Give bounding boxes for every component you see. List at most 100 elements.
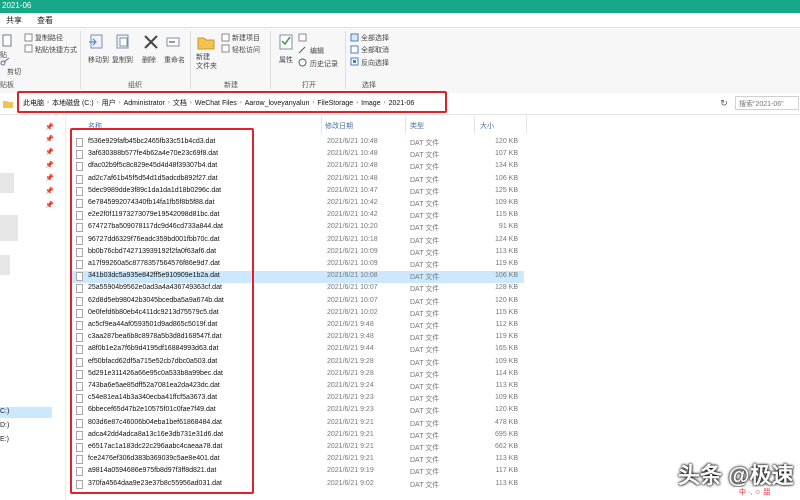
easy-access-button[interactable]: 轻松访问 — [232, 45, 260, 55]
file-size: 109 KB — [495, 394, 518, 402]
pin-icon[interactable]: 📌 — [45, 187, 54, 195]
blurred-nav-item — [0, 215, 18, 241]
paste-shortcut-button[interactable]: 粘贴快捷方式 — [35, 45, 77, 55]
file-size: 119 KB — [495, 333, 518, 341]
cut-button[interactable]: 剪切 — [7, 67, 21, 77]
file-type: DAT 文件 — [410, 164, 440, 172]
file-type: DAT 文件 — [410, 371, 440, 379]
file-size: 91 KB — [498, 223, 518, 231]
scissors-icon — [0, 57, 10, 66]
history-button[interactable]: 历史记录 — [310, 59, 338, 69]
navigation-pane[interactable]: 📌 📌 📌 📌 📌 📌 📌 C:) D:) E:) — [0, 115, 66, 500]
new-folder-label-1: 新建 — [196, 54, 210, 61]
column-header-type[interactable]: 类型 — [410, 121, 424, 131]
file-type: DAT 文件 — [410, 432, 440, 440]
file-size: 128 KB — [495, 284, 518, 292]
file-date: 2021/6/21 10:18 — [327, 235, 378, 243]
file-size: 115 KB — [495, 308, 518, 316]
file-size: 115 KB — [495, 211, 518, 219]
file-size: 109 KB — [495, 357, 518, 365]
column-header-size[interactable]: 大小 — [480, 121, 494, 131]
file-date: 2021/6/21 9:02 — [327, 479, 374, 487]
file-date: 2021/6/21 10:07 — [327, 284, 378, 292]
invert-selection-button[interactable]: 反向选择 — [361, 58, 389, 68]
rename-button[interactable]: 重命名 — [164, 55, 185, 65]
file-date: 2021/6/21 9:21 — [327, 455, 374, 463]
copy-path-button[interactable]: 复制路径 — [35, 33, 63, 43]
file-size: 134 KB — [495, 162, 518, 170]
file-type: DAT 文件 — [410, 213, 440, 221]
file-size: 165 KB — [495, 345, 518, 353]
select-all-icon — [350, 33, 359, 42]
file-type: DAT 文件 — [410, 237, 440, 245]
file-date: 2021/6/21 9:21 — [327, 418, 374, 426]
select-none-icon — [350, 45, 359, 54]
refresh-icon[interactable]: ↻ — [717, 96, 731, 110]
select-group-label: 选择 — [362, 82, 376, 89]
nav-drive-e[interactable]: E:) — [0, 436, 9, 443]
file-type: DAT 文件 — [410, 408, 440, 416]
move-to-button[interactable]: 移动到 — [88, 55, 109, 65]
file-type: DAT 文件 — [410, 152, 440, 160]
column-divider[interactable] — [321, 116, 322, 134]
pin-icon[interactable]: 📌 — [45, 161, 54, 169]
copy-icon — [2, 34, 12, 47]
file-size: 120 KB — [495, 406, 518, 414]
file-date: 2021/6/21 9:23 — [327, 394, 374, 402]
file-type: DAT 文件 — [410, 298, 440, 306]
pin-icon[interactable]: 📌 — [45, 123, 54, 131]
select-all-button[interactable]: 全部选择 — [361, 33, 389, 43]
tab-share[interactable]: 共享 — [6, 15, 22, 26]
window-title: 2021-06 — [2, 1, 32, 10]
pin-icon[interactable]: 📌 — [45, 135, 54, 143]
edit-button[interactable]: 编辑 — [310, 46, 324, 56]
new-folder-button[interactable]: 新建 文件夹 — [196, 53, 217, 71]
copy-path-icon — [24, 33, 33, 42]
file-size: 113 KB — [495, 479, 518, 487]
new-item-button[interactable]: 新建项目 — [232, 33, 260, 43]
copy-to-button[interactable]: 复制到 — [112, 55, 133, 65]
ribbon-divider — [80, 31, 81, 89]
file-size: 109 KB — [495, 199, 518, 206]
file-size: 662 KB — [495, 443, 518, 450]
file-type: DAT 文件 — [410, 396, 440, 404]
pin-icon[interactable]: 📌 — [45, 174, 54, 182]
column-divider[interactable] — [526, 116, 527, 134]
properties-icon — [279, 34, 293, 50]
blurred-nav-item — [0, 173, 14, 193]
file-type: DAT 文件 — [410, 445, 440, 452]
select-none-button[interactable]: 全部取消 — [361, 45, 389, 55]
column-header-date[interactable]: 修改日期 — [325, 121, 353, 131]
nav-drive-c[interactable]: C:) — [0, 408, 9, 415]
column-divider[interactable] — [474, 116, 475, 134]
ime-toolbar[interactable]: 中 ·, ☺ 㗊 — [735, 487, 800, 500]
delete-button[interactable]: 删除 — [142, 55, 156, 65]
nav-drive-d[interactable]: D:) — [0, 422, 9, 429]
search-input[interactable]: 搜索"2021-06" — [735, 96, 799, 110]
tab-view[interactable]: 查看 — [37, 15, 53, 26]
file-date: 2021/6/21 9:48 — [327, 333, 374, 341]
folder-icon — [3, 101, 13, 108]
file-type: DAT 文件 — [410, 176, 440, 184]
ribbon-tabs: 共享 查看 — [0, 13, 800, 27]
pin-icon[interactable]: 📌 — [45, 201, 54, 209]
new-group-label: 新建 — [224, 82, 238, 89]
file-size: 124 KB — [495, 235, 518, 243]
column-divider[interactable] — [405, 116, 406, 134]
ribbon-divider — [345, 31, 346, 89]
file-type: DAT 文件 — [410, 323, 440, 330]
file-size: 112 KB — [495, 321, 518, 328]
file-type: DAT 文件 — [410, 469, 440, 477]
file-date: 2021/6/21 10:08 — [327, 272, 378, 280]
properties-button[interactable]: 属性 — [279, 55, 293, 65]
file-type: DAT 文件 — [410, 347, 440, 355]
file-size: 120 KB — [495, 296, 518, 304]
ribbon-divider — [190, 31, 191, 89]
file-type: DAT 文件 — [410, 310, 440, 318]
pin-icon[interactable]: 📌 — [45, 148, 54, 156]
file-type: DAT 文件 — [410, 359, 440, 367]
file-date: 2021/6/21 9:44 — [327, 345, 374, 353]
highlight-box-filelist — [70, 128, 254, 494]
history-icon — [298, 58, 307, 67]
rename-icon — [166, 37, 180, 47]
